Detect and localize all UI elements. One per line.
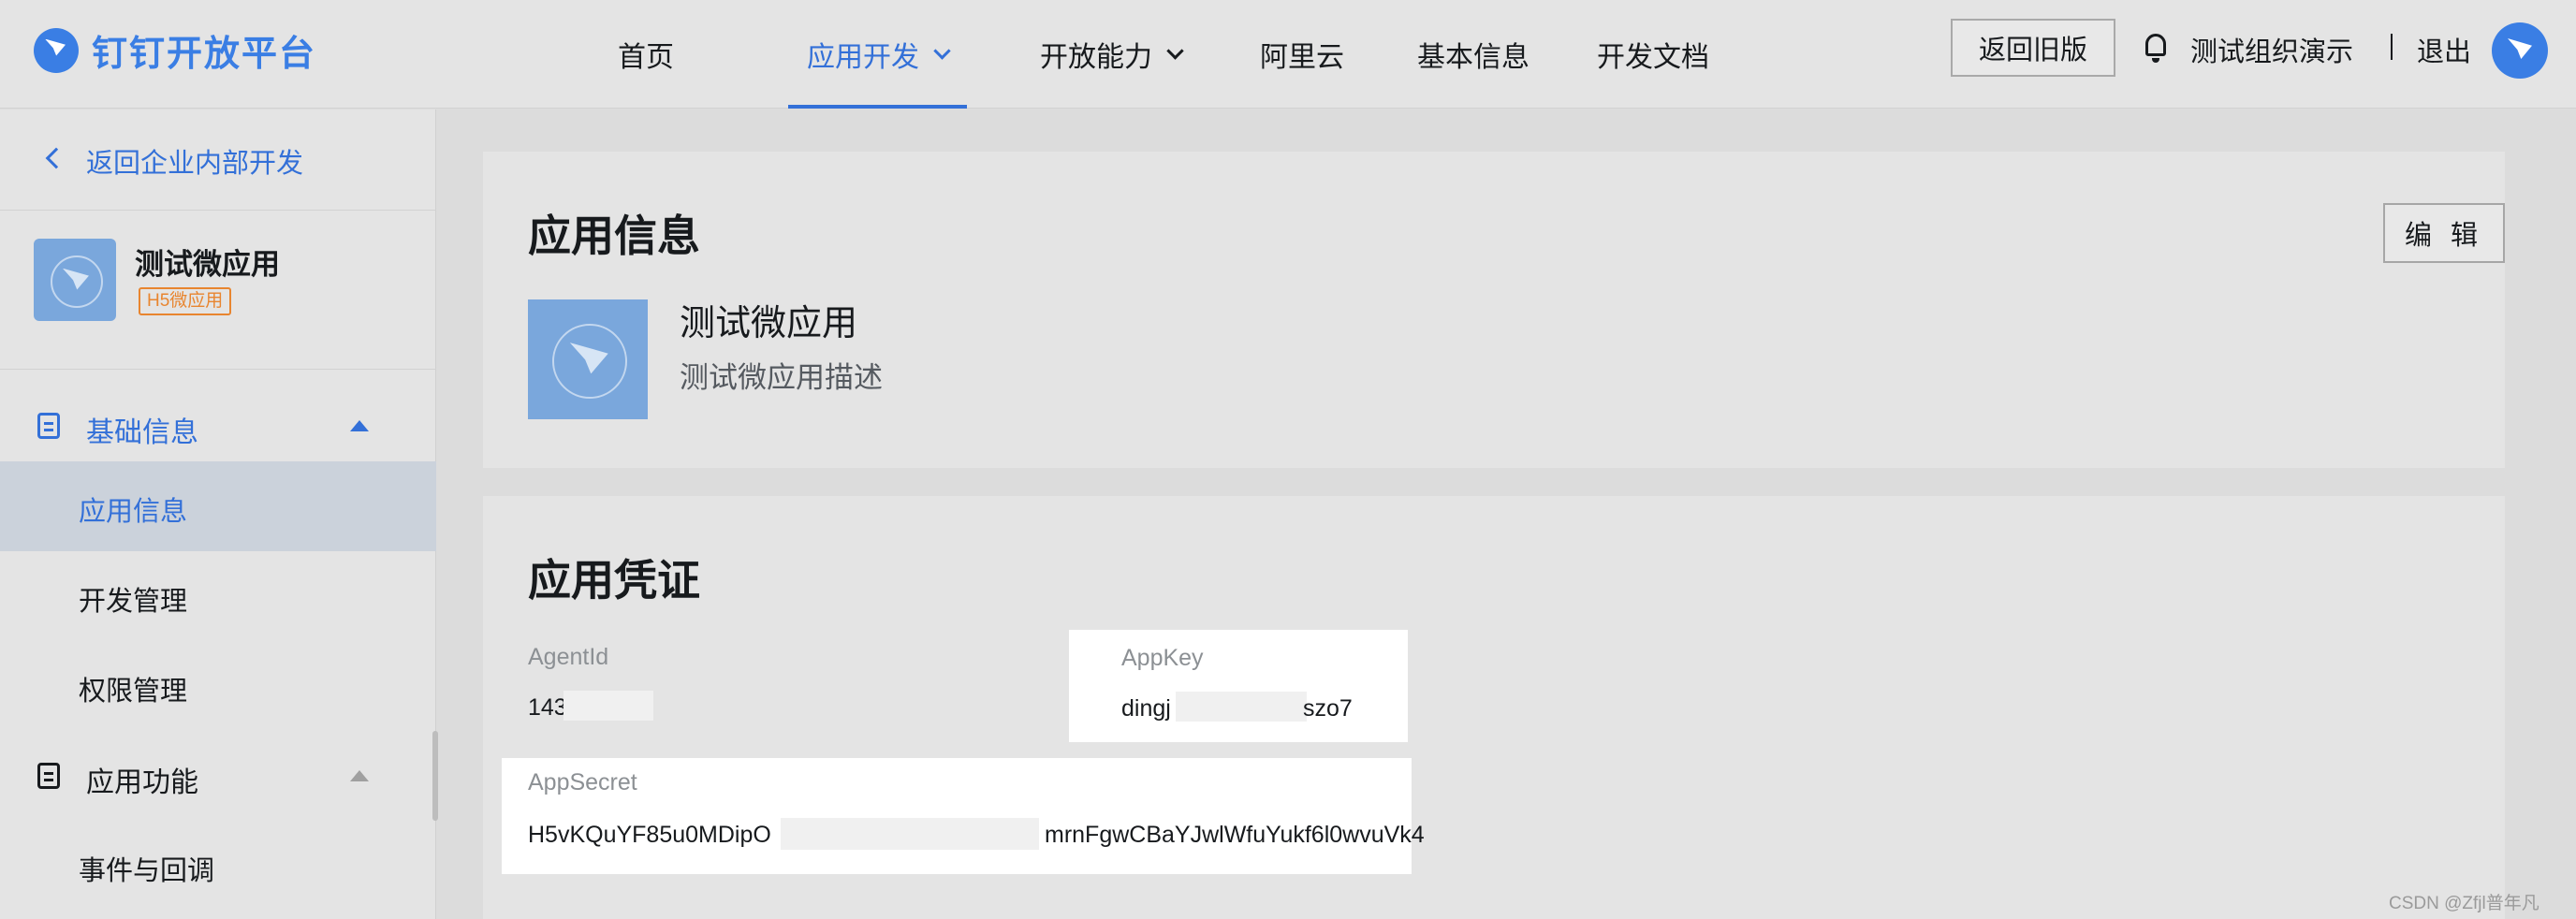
app-key-suffix: szo7 xyxy=(1303,695,1353,722)
bell-icon[interactable] xyxy=(2145,34,2166,63)
logout-link[interactable]: 退出 xyxy=(2417,30,2471,69)
sidebar-group-label: 基础信息 xyxy=(86,417,198,448)
dingtalk-logo-icon xyxy=(34,27,79,73)
chevron-left-icon xyxy=(45,147,67,169)
chevron-down-icon xyxy=(1166,41,1184,60)
edit-button[interactable]: 编 辑 xyxy=(2383,203,2505,263)
nav-aliyun[interactable]: 阿里云 xyxy=(1260,0,1344,109)
sidebar: 返回企业内部开发 测试微应用 H5微应用 基础信息 应用信息 开发管理 权限管理… xyxy=(0,109,438,919)
credentials-title: 应用凭证 xyxy=(528,556,700,605)
separator xyxy=(2391,34,2393,60)
sidebar-app-card: 测试微应用 H5微应用 xyxy=(0,211,436,370)
nav-home[interactable]: 首页 xyxy=(618,0,674,109)
sidebar-app-name: 测试微应用 xyxy=(135,248,280,281)
sidebar-scrollbar[interactable] xyxy=(432,731,438,821)
sidebar-group-label: 应用功能 xyxy=(86,767,198,798)
app-secret-suffix: mrnFgwCBaYJwlWfuYukf6l0wvuVk4 xyxy=(1045,822,1425,848)
redaction-blur xyxy=(1176,692,1307,722)
caret-up-icon xyxy=(350,420,369,431)
agent-id-label: AgentId xyxy=(528,644,609,670)
sidebar-item-label: 应用信息 xyxy=(79,497,188,527)
nav-basic-info[interactable]: 基本信息 xyxy=(1417,0,1530,109)
app-icon xyxy=(34,239,116,321)
nav-open-capability[interactable]: 开放能力 xyxy=(1040,0,1184,109)
app-info-title: 应用信息 xyxy=(528,212,700,260)
top-bar: 钉钉开放平台 首页 应用开发 开放能力 阿里云 基本信息 开发文档 返回旧版 测… xyxy=(0,0,2576,109)
sidebar-item-label: 权限管理 xyxy=(79,677,188,707)
app-type-badge: H5微应用 xyxy=(139,287,232,315)
org-switcher[interactable]: 测试组织演示 xyxy=(2190,30,2353,69)
app-key-field[interactable]: AppKey dingj szo7 xyxy=(1069,630,1408,742)
watermark: CSDN @Zfjl普年凡 xyxy=(2389,894,2539,913)
agent-id-value[interactable]: 143 xyxy=(528,694,567,722)
logo[interactable]: 钉钉开放平台 xyxy=(34,24,316,76)
sidebar-item-permission-management[interactable]: 权限管理 xyxy=(0,641,436,731)
sidebar-group-basic-info[interactable]: 基础信息 xyxy=(0,381,436,471)
back-label: 返回企业内部开发 xyxy=(86,149,304,179)
sidebar-group-app-features[interactable]: 应用功能 xyxy=(0,731,436,821)
chevron-down-icon xyxy=(933,41,951,60)
sidebar-item-events-callbacks[interactable]: 事件与回调 xyxy=(0,821,436,911)
sidebar-item-dev-management[interactable]: 开发管理 xyxy=(0,551,436,641)
app-secret-field[interactable]: AppSecret H5vKQuYF85u0MDipO mrnFgwCBaYJw… xyxy=(502,758,1425,874)
app-info-card: 应用信息 编 辑 测试微应用 测试微应用描述 xyxy=(483,152,2505,468)
app-name: 测试微应用 xyxy=(680,304,858,343)
redaction-blur xyxy=(564,691,653,721)
nav-dev-docs[interactable]: 开发文档 xyxy=(1597,0,1709,109)
app-description: 测试微应用描述 xyxy=(680,361,883,394)
app-icon-large xyxy=(528,299,648,419)
app-key-label: AppKey xyxy=(1121,645,1204,671)
logo-text: 钉钉开放平台 xyxy=(92,35,317,74)
nav-app-dev[interactable]: 应用开发 xyxy=(788,0,967,109)
sidebar-item-app-info[interactable]: 应用信息 xyxy=(0,461,436,551)
phone-document-icon xyxy=(37,763,60,789)
app-key-prefix: dingj xyxy=(1121,695,1171,722)
main-nav: 首页 应用开发 开放能力 阿里云 基本信息 开发文档 xyxy=(618,0,1709,109)
sidebar-item-label: 事件与回调 xyxy=(79,856,215,886)
caret-up-icon xyxy=(350,770,369,781)
avatar[interactable] xyxy=(2492,22,2548,79)
back-to-internal-dev[interactable]: 返回企业内部开发 xyxy=(0,109,436,211)
credentials-card: 应用凭证 AgentId 143 AppKey dingj szo7 AppSe… xyxy=(483,496,2505,919)
sidebar-item-label: 开发管理 xyxy=(79,587,188,617)
app-secret-label: AppSecret xyxy=(528,769,637,795)
document-icon xyxy=(37,413,60,439)
old-version-button[interactable]: 返回旧版 xyxy=(1951,19,2115,77)
redaction-blur xyxy=(781,818,1039,850)
app-secret-prefix: H5vKQuYF85u0MDipO xyxy=(528,822,771,848)
